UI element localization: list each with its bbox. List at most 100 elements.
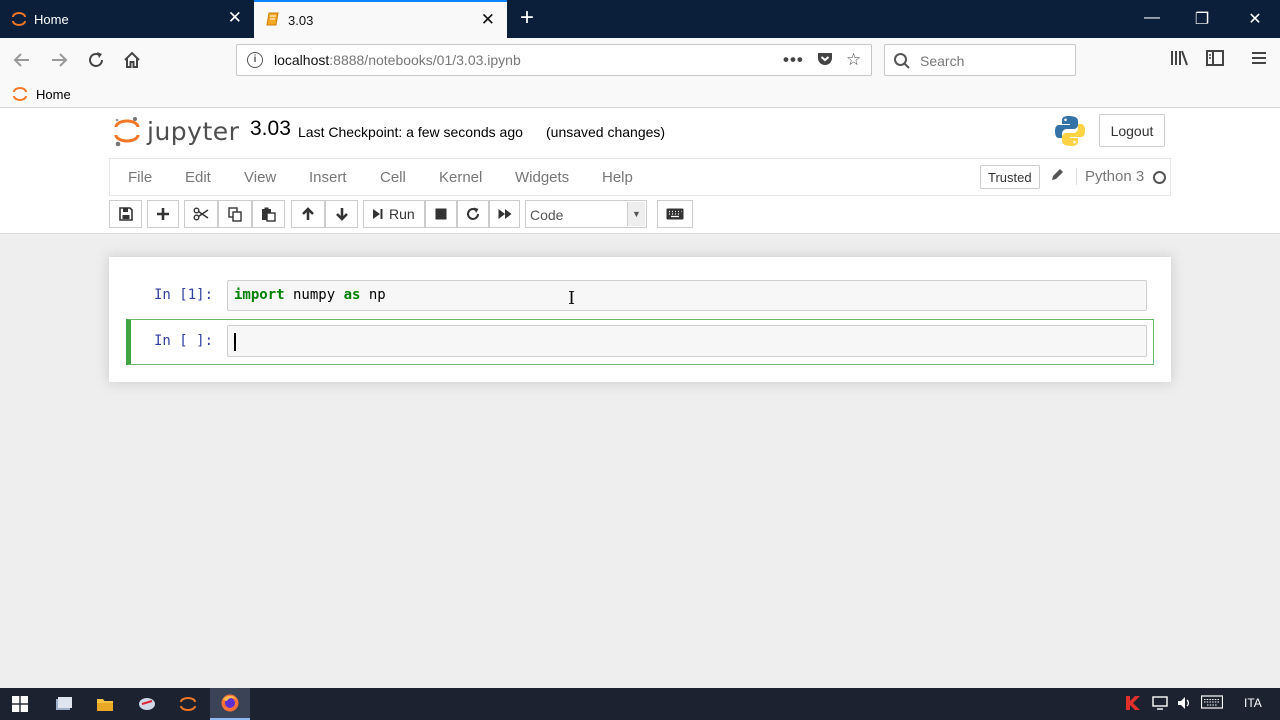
plus-icon [157,208,169,220]
move-down-button[interactable] [325,200,358,228]
cut-button[interactable] [184,200,218,228]
antivirus-tray-icon[interactable] [1124,694,1142,715]
kernel-idle-indicator-icon [1153,171,1166,184]
copy-button[interactable] [218,200,252,228]
kernel-name[interactable]: Python 3 [1076,168,1144,185]
reload-icon[interactable] [84,48,108,72]
code-token: numpy [284,287,344,303]
url-host: localhost [274,52,330,68]
run-button[interactable]: Run [363,200,425,228]
menu-help[interactable]: Help [602,169,633,186]
code-input[interactable]: import numpy as np [227,280,1147,311]
home-icon[interactable] [120,48,144,72]
menu-widgets[interactable]: Widgets [515,169,569,186]
bookmark-home[interactable]: Home [12,86,71,102]
notebook-container: In [1]: import numpy as np In [ ]: [109,257,1171,382]
url-bar[interactable]: i localhost:8888/notebooks/01/3.03.ipynb… [236,44,872,76]
page-actions-icon[interactable]: ••• [783,50,804,70]
tab-title: Home [34,11,69,27]
jupyter-logo[interactable]: jupyter [113,114,239,148]
search-bar[interactable]: Search [884,44,1076,76]
jupyter-logo-icon [114,117,140,147]
volume-tray-icon[interactable] [1176,695,1192,714]
notebook-name[interactable]: 3.03 [250,117,291,141]
windows-taskbar: ITA [0,688,1280,720]
notebook-favicon-icon [266,12,279,26]
network-tray-icon[interactable] [1152,695,1168,714]
stop-icon [435,208,447,220]
site-info-icon[interactable]: i [247,52,263,68]
save-icon [118,207,133,221]
window-close-icon[interactable]: ✕ [1242,9,1268,29]
back-icon[interactable] [10,48,34,72]
browser-tab-strip: Home ✕ 3.03 ✕ + — ❐ ✕ [0,0,1280,38]
code-keyword: import [234,287,285,303]
url-path: :8888/notebooks/01/3.03.ipynb [329,52,521,68]
arrow-up-icon [302,207,314,220]
code-token: np [360,287,386,303]
keyboard-icon [666,208,684,220]
new-tab-icon[interactable]: + [514,6,540,30]
library-icon[interactable] [1169,48,1189,73]
move-up-button[interactable] [291,200,325,228]
tab-notebook[interactable]: 3.03 ✕ [254,0,507,38]
code-keyword: as [343,287,361,303]
keyboard-tray-icon[interactable] [1200,695,1224,712]
input-prompt: In [1]: [154,287,214,303]
menu-cell[interactable]: Cell [380,169,406,186]
paste-icon [262,207,276,222]
file-explorer-icon[interactable] [85,688,125,720]
code-cell-selected[interactable]: In [ ]: [126,319,1154,365]
tab-home[interactable]: Home ✕ [0,0,254,38]
menu-view[interactable]: View [244,169,276,186]
logout-button[interactable]: Logout [1099,114,1165,147]
sidebar-icon[interactable] [1205,48,1225,73]
windows-start-icon[interactable] [0,688,40,720]
restore-icon[interactable]: ❐ [1189,9,1215,29]
scissors-icon [193,207,209,221]
trusted-indicator[interactable]: Trusted [980,165,1040,189]
firefox-taskbar-icon[interactable] [210,688,250,720]
cell-type-select[interactable]: Code ▼ [525,200,647,228]
interrupt-kernel-button[interactable] [425,200,457,228]
restart-kernel-button[interactable] [457,200,489,228]
chevron-down-icon: ▼ [627,202,645,226]
command-palette-button[interactable] [657,200,693,228]
url-text: localhost:8888/notebooks/01/3.03.ipynb [274,52,521,68]
pencil-icon[interactable] [1049,167,1065,183]
restart-run-all-button[interactable] [489,200,520,228]
insert-cell-button[interactable] [147,200,179,228]
unsaved-changes-status: (unsaved changes) [546,124,666,140]
code-text: import numpy as np [234,287,386,303]
arrow-down-icon [335,208,348,221]
input-language-indicator[interactable]: ITA [1244,696,1262,710]
jupyter-favicon-icon [13,87,27,101]
pocket-icon[interactable] [816,50,834,73]
paste-button[interactable] [252,200,285,228]
tab-title: 3.03 [288,12,314,28]
minimize-icon[interactable]: — [1139,9,1165,27]
close-tab-icon[interactable]: ✕ [228,9,242,27]
code-input[interactable] [227,325,1147,357]
search-placeholder: Search [920,53,965,69]
close-tab-icon[interactable]: ✕ [481,11,495,29]
save-button[interactable] [109,200,142,228]
menu-kernel[interactable]: Kernel [439,169,482,186]
bookmarks-bar: Home [0,82,1280,108]
task-view-icon[interactable] [44,688,84,720]
cell-type-value: Code [530,207,564,223]
bookmark-star-icon[interactable]: ☆ [846,50,861,70]
notebook-toolbar: Run Code ▼ [0,200,1280,230]
jupyter-header: jupyter 3.03 Last Checkpoint: a few seco… [0,108,1280,234]
input-prompt: In [ ]: [154,333,214,349]
run-label: Run [389,206,415,222]
menu-file[interactable]: File [128,169,152,186]
jupyter-taskbar-icon[interactable] [168,688,208,720]
app-icon[interactable] [127,688,167,720]
code-cell[interactable]: In [1]: import numpy as np [126,276,1154,316]
menu-edit[interactable]: Edit [185,169,211,186]
menu-hamburger-icon[interactable] [1250,48,1268,73]
fast-forward-icon [498,209,511,219]
forward-icon[interactable] [47,48,71,72]
menu-insert[interactable]: Insert [309,169,347,186]
